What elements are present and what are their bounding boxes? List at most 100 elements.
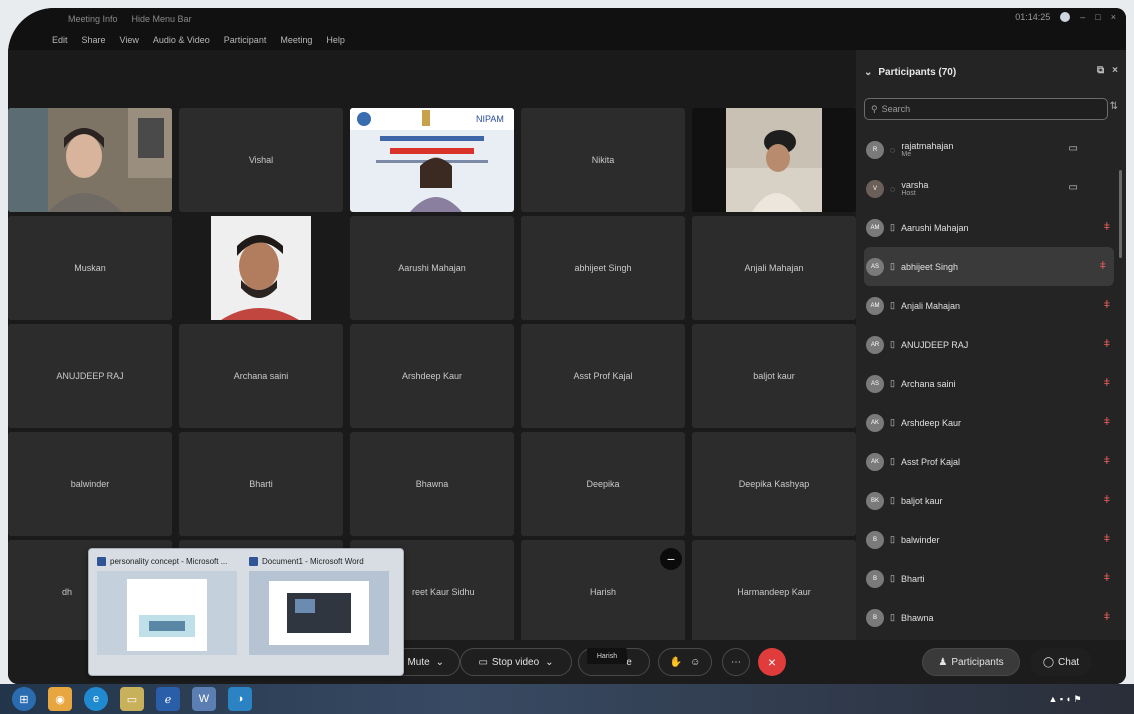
participant-tile[interactable]: ANUJDEEP RAJ	[8, 324, 172, 428]
participant-tile[interactable]: Asst Prof Kajal	[521, 324, 685, 428]
chevron-down-icon[interactable]: ⌄	[436, 657, 444, 668]
avatar: BK	[866, 491, 884, 510]
participant-tile[interactable]: Bharti	[179, 432, 343, 536]
participant-tile[interactable]: Archana saini	[179, 324, 343, 428]
minimize-icon[interactable]: –	[1080, 12, 1085, 22]
participant-tile[interactable]: baljot kaur	[692, 324, 856, 428]
search-input[interactable]: ⚲ Search	[864, 98, 1108, 120]
participant-row[interactable]: AK ▯ Arshdeep Kaur ǂ	[856, 403, 1126, 442]
mic-icon: ▯	[890, 378, 895, 388]
chevron-down-icon[interactable]: ⌄	[545, 657, 553, 668]
preview-thumbnail[interactable]: Document1 - Microsoft Word	[249, 557, 399, 669]
stop-video-button[interactable]: ▭ Stop video ⌄	[460, 648, 572, 676]
maximize-icon[interactable]: □	[1095, 12, 1100, 22]
participant-name: rajatmahajan	[901, 141, 954, 151]
webex-icon[interactable]: ◑	[228, 687, 252, 711]
participant-row[interactable]: R ◌ rajatmahajan Me ▭	[856, 130, 1126, 169]
menu-meeting[interactable]: Meeting	[280, 35, 312, 45]
avatar: R	[866, 140, 884, 159]
participant-tile[interactable]: Anjali Mahajan	[692, 216, 856, 320]
participant-row-highlighted[interactable]: AS ▯ abhijeet Singh ǂ	[864, 247, 1114, 286]
participant-name: Asst Prof Kajal	[900, 456, 960, 467]
participant-tile[interactable]: Vishal	[179, 108, 343, 212]
panel-scrollbar[interactable]	[1119, 170, 1122, 258]
participant-row[interactable]: AS ▯ Archana saini ǂ	[856, 364, 1126, 403]
participant-row[interactable]: AM ▯ Aarushi Mahajan ǂ	[856, 208, 1126, 247]
participant-row[interactable]: B ▯ Bhawna ǂ	[856, 598, 1126, 637]
participant-row[interactable]: B ▯ Bharti ǂ	[856, 559, 1126, 598]
hide-menu-bar-link[interactable]: Hide Menu Bar	[132, 14, 192, 24]
system-tray-icons[interactable]: ▲ ▪ ◖ ⚑	[1030, 687, 1100, 711]
participant-tile[interactable]: Deepika	[521, 432, 685, 536]
participants-button[interactable]: ♟ Participants	[922, 648, 1020, 676]
tile-name: Harish	[589, 587, 616, 597]
mic-icon: ▯	[890, 573, 895, 583]
mic-icon: ▯	[890, 261, 895, 271]
participant-name: ANUJDEEP RAJ	[900, 339, 969, 350]
folder-icon[interactable]: ▭	[120, 687, 144, 711]
close-icon: ×	[767, 654, 777, 670]
leave-meeting-button[interactable]: ×	[758, 648, 786, 676]
slide-video: NIPAM	[350, 108, 514, 212]
avatar: AM	[866, 296, 884, 315]
more-options-button[interactable]: ⋯	[722, 648, 750, 676]
edge-icon[interactable]: e	[84, 687, 108, 711]
menu-share[interactable]: Share	[82, 35, 106, 45]
menu-audio-video[interactable]: Audio & Video	[153, 35, 210, 45]
participant-row[interactable]: BK ▯ baljot kaur ǂ	[856, 481, 1126, 520]
participant-row[interactable]: V ◌ varsha Host ▭	[856, 169, 1126, 208]
participant-tile[interactable]: Harmandeep Kaur	[692, 540, 856, 644]
sort-icon[interactable]: ⇅	[1110, 101, 1118, 112]
video-tile[interactable]	[692, 108, 856, 212]
shared-slide-tile[interactable]: NIPAM	[350, 108, 514, 212]
avatar: B	[866, 530, 884, 549]
close-panel-icon[interactable]: ×	[1112, 65, 1118, 76]
popout-icon[interactable]: ⧉	[1097, 65, 1104, 76]
menu-help[interactable]: Help	[326, 35, 345, 45]
participant-tile[interactable]: balwinder	[8, 432, 172, 536]
preview-thumbnail[interactable]: personality concept - Microsoft ...	[97, 557, 247, 669]
participant-row[interactable]: AK ▯ Asst Prof Kajal ǂ	[856, 442, 1126, 481]
chevron-down-icon[interactable]: ⌄	[864, 67, 872, 78]
app-icon[interactable]: ◉	[48, 687, 72, 711]
mic-icon: ◌	[890, 183, 896, 194]
chat-button[interactable]: ◯ Chat	[1030, 648, 1092, 676]
minimize-tile-icon[interactable]: −	[660, 548, 682, 570]
participant-row[interactable]: B ▯ balwinder ǂ	[856, 520, 1126, 559]
participant-tile[interactable]: Nikita	[521, 108, 685, 212]
muted-mic-icon: ǂ	[1103, 611, 1110, 623]
tile-name: Aarushi Mahajan	[398, 263, 466, 273]
start-button-icon[interactable]: ⊞	[12, 687, 36, 711]
participant-tile[interactable]: Bhawna	[350, 432, 514, 536]
avatar: B	[866, 569, 884, 588]
tile-name: Bhawna	[415, 479, 449, 489]
screen-frame: Meeting Info Hide Menu Bar 01:14:25 – □ …	[0, 0, 1134, 714]
word-icon[interactable]: W	[192, 687, 216, 711]
mic-icon: ▯	[890, 417, 895, 427]
menu-participant[interactable]: Participant	[224, 35, 267, 45]
participant-tile[interactable]: Arshdeep Kaur	[350, 324, 514, 428]
ie-icon[interactable]: ℯ	[156, 687, 180, 711]
raise-hand-icon[interactable]: ✋	[670, 657, 682, 668]
close-icon[interactable]: ×	[1111, 12, 1116, 22]
tile-name: balwinder	[70, 479, 110, 489]
participant-tile[interactable]: abhijeet Singh	[521, 216, 685, 320]
muted-mic-icon: ǂ	[1103, 221, 1110, 233]
participant-tile[interactable]: Muskan	[8, 216, 172, 320]
participant-row[interactable]: AM ▯ Anjali Mahajan ǂ	[856, 286, 1126, 325]
meeting-info-link[interactable]: Meeting Info	[68, 14, 118, 24]
menu-edit[interactable]: Edit	[52, 35, 68, 45]
emoji-icon[interactable]: ☺	[690, 657, 700, 668]
tile-name: Nikita	[591, 155, 615, 165]
more-icon: ⋯	[731, 656, 741, 668]
hover-tooltip: Harish	[587, 648, 627, 664]
tile-name: Harmandeep Kaur	[737, 587, 811, 597]
participant-tile[interactable]: Deepika Kashyap	[692, 432, 856, 536]
tile-name: Archana saini	[233, 371, 289, 381]
reactions-button[interactable]: ✋ ☺	[658, 648, 712, 676]
video-tile[interactable]	[8, 108, 172, 212]
participant-row[interactable]: AR ▯ ANUJDEEP RAJ ǂ	[856, 325, 1126, 364]
participant-tile[interactable]: Aarushi Mahajan	[350, 216, 514, 320]
video-tile[interactable]	[179, 216, 343, 320]
menu-view[interactable]: View	[120, 35, 139, 45]
